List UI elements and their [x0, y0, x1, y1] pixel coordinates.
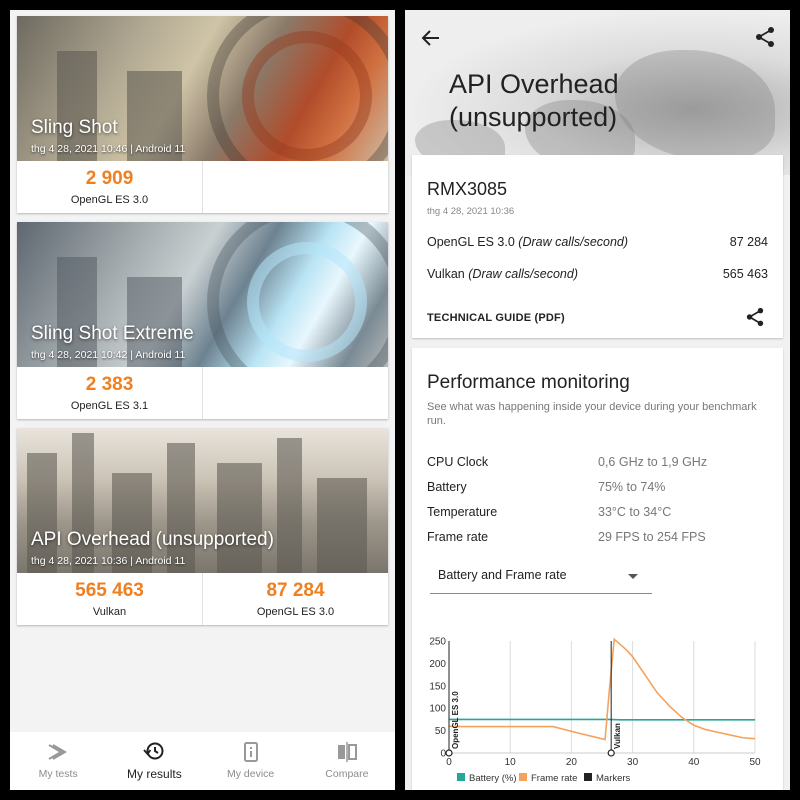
legend-swatch — [457, 773, 465, 781]
technical-guide-link[interactable]: TECHNICAL GUIDE (PDF) — [427, 312, 565, 324]
card-title: Sling Shot Extreme — [31, 323, 194, 344]
tests-icon — [47, 742, 69, 762]
nav-my-results[interactable]: My results — [106, 732, 202, 790]
metric-battery: Battery 75% to 74% — [427, 480, 666, 494]
score-cell: 2 383 OpenGL ES 3.1 — [17, 367, 203, 419]
score-cell: 565 463 Vulkan — [17, 573, 203, 625]
marker-label: Vulkan — [613, 723, 622, 749]
nav-label: My results — [127, 767, 182, 781]
device-date: thg 4 28, 2021 10:36 — [427, 206, 515, 217]
history-icon — [143, 741, 165, 761]
sling-shot-image: Sling Shot thg 4 28, 2021 10:46 | Androi… — [17, 16, 388, 161]
y-tick-label: 200 — [429, 659, 446, 670]
page-title: API Overhead (unsupported) — [449, 69, 619, 132]
x-tick-label: 0 — [446, 757, 452, 768]
legend-swatch — [584, 773, 592, 781]
score-value: 87 284 — [266, 580, 325, 601]
result-value: 87 284 — [729, 235, 768, 249]
section-title: Performance monitoring — [427, 372, 630, 393]
series-line — [448, 637, 756, 741]
y-tick-label: 150 — [429, 681, 446, 692]
card-title: Sling Shot — [31, 117, 118, 138]
result-row-vulkan: Vulkan (Draw calls/second) 565 463 — [427, 267, 768, 281]
sling-shot-extreme-image: Sling Shot Extreme thg 4 28, 2021 10:42 … — [17, 222, 388, 367]
score-label: OpenGL ES 3.0 — [70, 194, 149, 206]
chart-selector-dropdown[interactable]: Battery and Frame rate — [430, 560, 652, 594]
score-value: 2 383 — [85, 374, 134, 395]
result-value: 565 463 — [722, 267, 768, 281]
score-cell-empty — [203, 367, 388, 419]
battery-frame-rate-chart: 0 10 20 30 40 50 0 50 100 150 200 250 OpenGL ES 3.0 V… — [429, 637, 761, 785]
result-card-sling-shot-extreme[interactable]: Sling Shot Extreme thg 4 28, 2021 10:42 … — [17, 222, 388, 419]
metric-cpu-clock: CPU Clock 0,6 GHz to 1,9 GHz — [427, 455, 708, 469]
score-cell: 87 284 OpenGL ES 3.0 — [203, 573, 388, 625]
legend-label: Battery (%) — [469, 773, 517, 784]
legend-label: Markers — [596, 773, 631, 784]
share-guide-button[interactable] — [745, 307, 765, 327]
nav-label: My device — [226, 768, 275, 780]
card-meta: thg 4 28, 2021 10:36 | Android 11 — [31, 555, 186, 567]
score-label: Vulkan — [92, 606, 127, 618]
marker-dot — [445, 749, 453, 757]
result-row-opengl: OpenGL ES 3.0 (Draw calls/second) 87 284 — [427, 235, 768, 249]
score-value: 565 463 — [75, 580, 144, 601]
compare-icon — [337, 742, 357, 762]
results-list-screen: Sling Shot thg 4 28, 2021 10:46 | Androi… — [10, 10, 395, 790]
caret-down-icon — [628, 574, 638, 579]
metric-frame-rate: Frame rate 29 FPS to 254 FPS — [427, 530, 706, 544]
marker-label: OpenGL ES 3.0 — [451, 691, 460, 749]
result-detail-screen: API Overhead (unsupported) RMX3085 thg 4… — [405, 10, 790, 790]
score-value: 2 909 — [85, 168, 134, 189]
device-name: RMX3085 — [427, 179, 508, 199]
device-icon — [243, 742, 258, 762]
x-tick-label: 10 — [505, 757, 517, 768]
device-results-card: RMX3085 thg 4 28, 2021 10:36 OpenGL ES 3… — [412, 155, 783, 338]
score-label: OpenGL ES 3.1 — [70, 400, 149, 412]
card-title: API Overhead (unsupported) — [31, 529, 274, 550]
x-tick-label: 40 — [688, 757, 700, 768]
dropdown-value: Battery and Frame rate — [438, 568, 567, 582]
score-cell: 2 909 OpenGL ES 3.0 — [17, 161, 203, 213]
legend-swatch — [519, 773, 527, 781]
nav-compare[interactable]: Compare — [299, 732, 395, 790]
performance-monitoring-card: Performance monitoring See what was happ… — [412, 348, 783, 790]
x-tick-label: 20 — [566, 757, 578, 768]
share-icon — [746, 307, 764, 327]
legend-label: Frame rate — [531, 773, 577, 784]
x-tick-label: 50 — [749, 757, 761, 768]
nav-my-tests[interactable]: My tests — [10, 732, 106, 790]
y-tick-label: 250 — [429, 637, 446, 648]
x-tick-label: 30 — [627, 757, 639, 768]
result-card-api-overhead[interactable]: API Overhead (unsupported) thg 4 28, 202… — [17, 428, 388, 625]
marker-dot — [607, 749, 615, 757]
section-description: See what was happening inside your devic… — [427, 401, 757, 427]
share-button[interactable] — [754, 26, 776, 48]
y-tick-label: 100 — [429, 704, 446, 715]
bottom-navigation: My tests My results My device Compare — [10, 732, 395, 790]
metric-temperature: Temperature 33°C to 34°C — [427, 505, 672, 519]
y-tick-label: 50 — [435, 726, 447, 737]
result-card-sling-shot[interactable]: Sling Shot thg 4 28, 2021 10:46 | Androi… — [17, 16, 388, 213]
card-meta: thg 4 28, 2021 10:42 | Android 11 — [31, 349, 186, 361]
share-icon — [756, 27, 774, 47]
nav-my-device[interactable]: My device — [203, 732, 299, 790]
nav-label: Compare — [325, 768, 369, 780]
y-tick-label: 0 — [440, 749, 446, 760]
card-meta: thg 4 28, 2021 10:46 | Android 11 — [31, 143, 186, 155]
api-overhead-image: API Overhead (unsupported) thg 4 28, 202… — [17, 428, 388, 573]
arrow-left-icon — [421, 30, 439, 46]
score-label: OpenGL ES 3.0 — [256, 606, 335, 618]
nav-label: My tests — [38, 768, 78, 780]
score-cell-empty — [203, 161, 388, 213]
back-button[interactable] — [419, 26, 443, 50]
